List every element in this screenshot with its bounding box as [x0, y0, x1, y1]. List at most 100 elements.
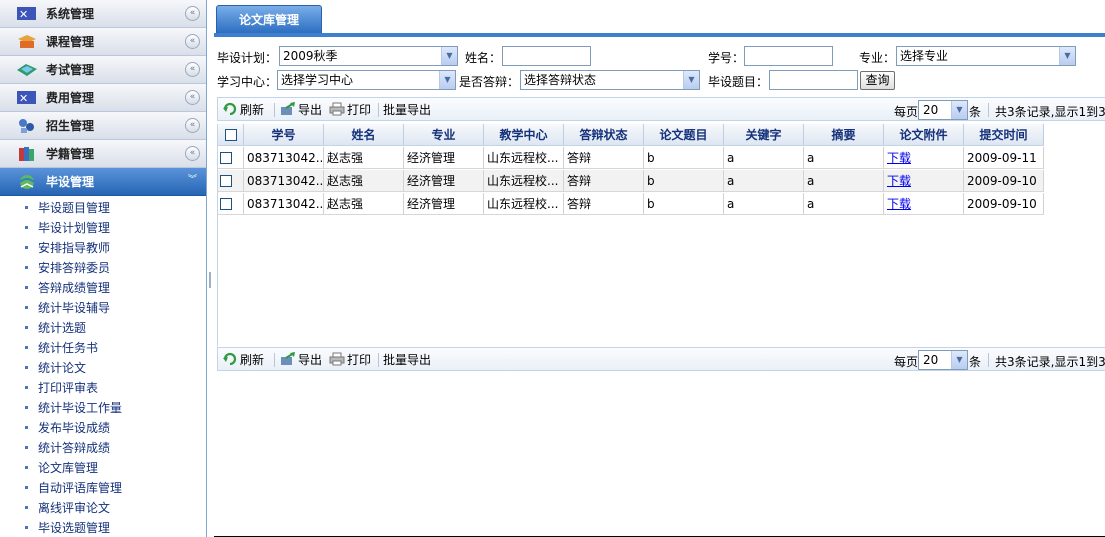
nav-label: 考试管理 [46, 63, 95, 77]
refresh-icon [222, 352, 238, 366]
per-page-unit: 条 [969, 355, 982, 369]
table-row[interactable]: 083713042... 赵志强 经济管理 山东远程校... 答辩 b a a … [218, 147, 1044, 169]
cell-defense: 答辩 [564, 193, 644, 215]
cell-center: 山东远程校... [484, 170, 564, 192]
per-page-select[interactable]: 20 ▼ [918, 100, 968, 120]
per-page-unit: 条 [969, 105, 982, 119]
submenu-item[interactable]: 统计毕设工作量 [0, 398, 206, 418]
chevron-left-icon[interactable]: « [185, 6, 200, 21]
row-checkbox[interactable] [220, 152, 232, 164]
column-header[interactable]: 论文题目 [644, 124, 724, 146]
bullet-icon [25, 366, 28, 369]
record-count: 共3条记录,显示1到3 [995, 355, 1105, 369]
submenu-item[interactable]: 毕设题目管理 [0, 198, 206, 218]
column-header[interactable]: 提交时间 [964, 124, 1044, 146]
download-link[interactable]: 下载 [887, 197, 911, 211]
topic-label: 毕设题目： [708, 75, 769, 89]
pane-splitter[interactable] [207, 0, 214, 537]
cell-major: 经济管理 [404, 170, 484, 192]
per-page-select[interactable]: 20 ▼ [918, 350, 968, 370]
submenu-item[interactable]: 毕设选题管理 [0, 518, 206, 537]
submenu-item[interactable]: 统计选题 [0, 318, 206, 338]
submenu-item[interactable]: 安排指导教师 [0, 238, 206, 258]
nav-fee[interactable]: ✕ 费用管理 « [0, 84, 206, 112]
submenu-item[interactable]: 打印评审表 [0, 378, 206, 398]
download-link[interactable]: 下载 [887, 151, 911, 165]
batch-export-button[interactable]: 批量导出 [383, 351, 431, 369]
export-button[interactable]: 导出 [280, 351, 322, 369]
nav-exam[interactable]: 考试管理 « [0, 56, 206, 84]
submenu-item[interactable]: 统计论文 [0, 358, 206, 378]
defense-select[interactable]: 选择答辩状态 ▼ [520, 70, 700, 90]
dropdown-arrow-icon: ▼ [1059, 47, 1075, 65]
column-header[interactable]: 关键字 [724, 124, 804, 146]
refresh-button[interactable]: 刷新 [222, 351, 264, 369]
query-button[interactable]: 查询 [860, 71, 895, 90]
chevron-left-icon[interactable]: « [185, 146, 200, 161]
submenu-item[interactable]: 统计毕设辅导 [0, 298, 206, 318]
row-checkbox[interactable] [220, 175, 232, 187]
print-button[interactable]: 打印 [329, 351, 371, 369]
search-form: 毕设计划： 2009秋季 ▼ 姓名： 学号： 专业： 选择专业 ▼ 学习中心： 选择… [214, 41, 1105, 93]
submenu-item[interactable]: 答辩成绩管理 [0, 278, 206, 298]
chevron-left-icon[interactable]: « [185, 34, 200, 49]
submenu-item[interactable]: 统计任务书 [0, 338, 206, 358]
cell-student-no: 083713042... [244, 193, 324, 215]
column-header[interactable]: 答辩状态 [564, 124, 644, 146]
column-header[interactable]: 论文附件 [884, 124, 964, 146]
chevron-down-icon[interactable]: ︾ [185, 174, 200, 189]
batch-export-button[interactable]: 批量导出 [383, 101, 431, 119]
row-checkbox[interactable] [220, 198, 232, 210]
row-select-cell [218, 193, 244, 215]
course-icon [16, 33, 38, 51]
cell-submitted: 2009-09-10 [964, 193, 1044, 215]
cell-attachment: 下载 [884, 193, 964, 215]
tab-thesis-library[interactable]: 论文库管理 [216, 5, 322, 33]
per-page-label: 每页 [894, 355, 919, 369]
column-header[interactable]: 教学中心 [484, 124, 564, 146]
nav-graduation-design[interactable]: 毕设管理 ︾ [0, 168, 206, 196]
cell-title: b [644, 193, 724, 215]
refresh-button[interactable]: 刷新 [222, 101, 264, 119]
tab-bar: 论文库管理 [214, 0, 1105, 37]
submenu-item[interactable]: 安排答辩委员 [0, 258, 206, 278]
chevron-left-icon[interactable]: « [185, 118, 200, 133]
name-input[interactable] [502, 46, 591, 66]
cell-abstract: a [804, 193, 884, 215]
center-select[interactable]: 选择学习中心 ▼ [277, 70, 456, 90]
per-page-label: 每页 [894, 105, 919, 119]
select-all-checkbox[interactable] [225, 129, 237, 141]
submenu-item[interactable]: 论文库管理 [0, 458, 206, 478]
chevron-left-icon[interactable]: « [185, 62, 200, 77]
cell-student-no: 083713042... [244, 170, 324, 192]
nav-system[interactable]: ✕ 系统管理 « [0, 0, 206, 28]
download-link[interactable]: 下载 [887, 174, 911, 188]
toolbar-divider [378, 353, 379, 367]
submenu-item[interactable]: 统计答辩成绩 [0, 438, 206, 458]
submenu-item[interactable]: 自动评语库管理 [0, 478, 206, 498]
submenu-item[interactable]: 发布毕设成绩 [0, 418, 206, 438]
nav-enrollment[interactable]: 招生管理 « [0, 112, 206, 140]
export-button[interactable]: 导出 [280, 101, 322, 119]
plan-select[interactable]: 2009秋季 ▼ [279, 46, 458, 66]
column-header[interactable]: 摘要 [804, 124, 884, 146]
submenu-item[interactable]: 离线评审论文 [0, 498, 206, 518]
chevron-left-icon[interactable]: « [185, 90, 200, 105]
table-row[interactable]: 083713042... 赵志强 经济管理 山东远程校... 答辩 b a a … [218, 193, 1044, 215]
table-row[interactable]: 083713042... 赵志强 经济管理 山东远程校... 答辩 b a a … [218, 170, 1044, 192]
print-button[interactable]: 打印 [329, 101, 371, 119]
column-header[interactable]: 学号 [244, 124, 324, 146]
major-select[interactable]: 选择专业 ▼ [896, 46, 1076, 66]
bullet-icon [25, 206, 28, 209]
nav-student-status[interactable]: 学籍管理 « [0, 140, 206, 168]
column-header[interactable]: 姓名 [324, 124, 404, 146]
submenu-item[interactable]: 毕设计划管理 [0, 218, 206, 238]
column-header[interactable]: 专业 [404, 124, 484, 146]
nav-label: 系统管理 [46, 7, 95, 21]
nav-course[interactable]: 课程管理 « [0, 28, 206, 56]
grid-toolbar-bottom: 刷新 导出 打印 批量导出 每页 20 ▼ 条 共3条记录,显示1到3 [217, 347, 1105, 371]
topic-input[interactable] [769, 70, 858, 90]
bullet-icon [25, 246, 28, 249]
splitter-grip-icon[interactable] [209, 272, 211, 288]
student-no-input[interactable] [744, 46, 833, 66]
